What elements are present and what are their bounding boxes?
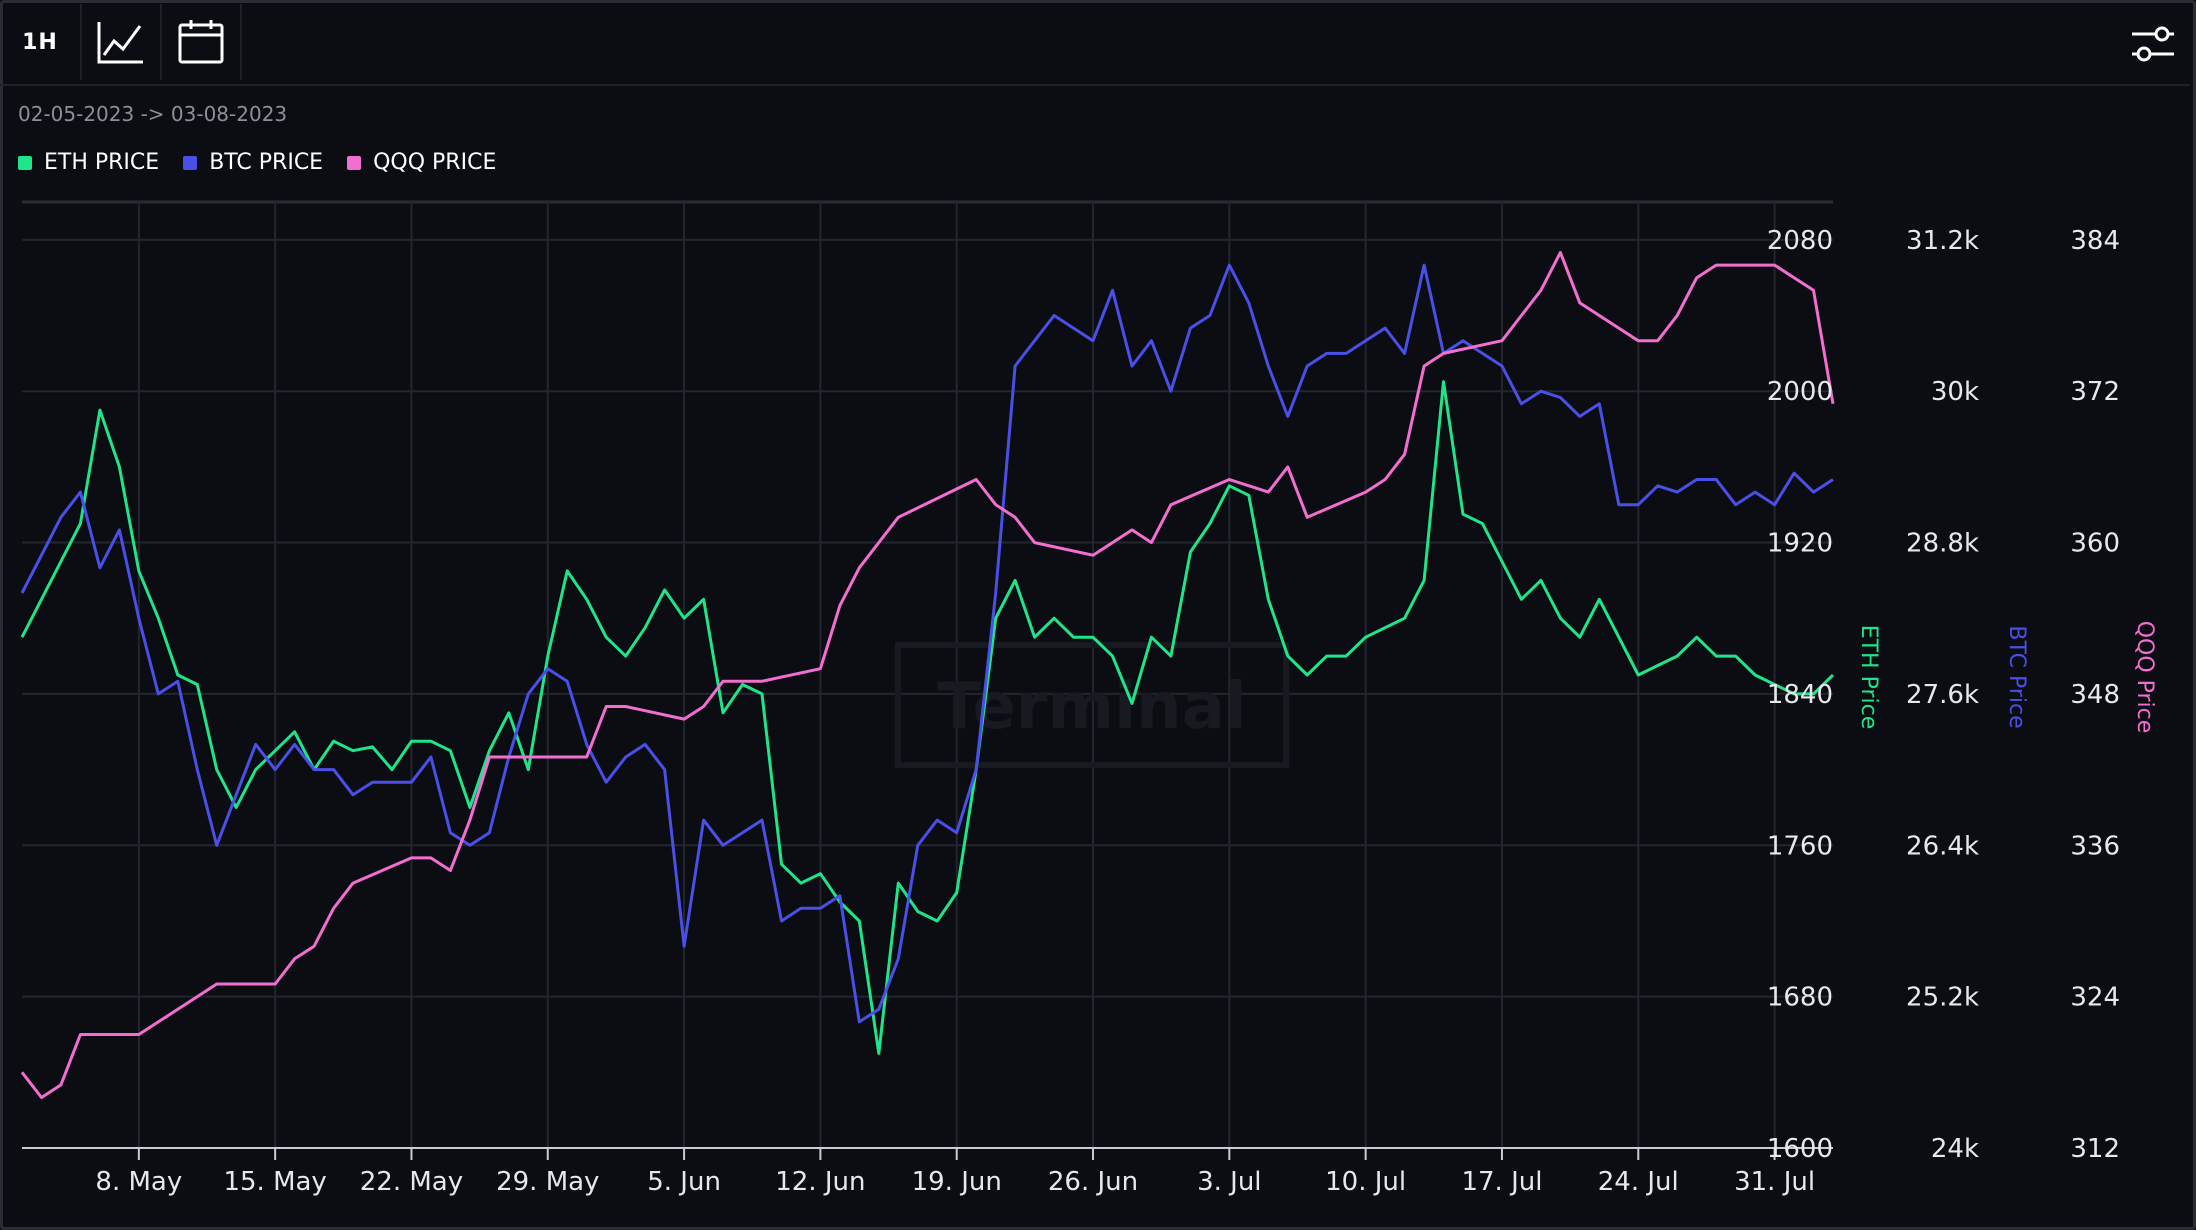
y-tick-label: 2000 xyxy=(1767,377,1833,407)
x-tick-label: 3. Jul xyxy=(1197,1167,1261,1197)
x-tick-label: 22. May xyxy=(360,1167,463,1197)
y-tick-label: 27.6k xyxy=(1906,680,1979,710)
y-axis-title: QQQ Price xyxy=(2132,621,2157,734)
y-axis-title: BTC Price xyxy=(2004,625,2029,728)
grid xyxy=(22,200,1833,1149)
y-tick-label: 372 xyxy=(2070,377,2120,407)
y-tick-label: 1600 xyxy=(1767,1134,1833,1164)
series-line-eth xyxy=(20,380,1835,1055)
y-tick-label: 28.8k xyxy=(1906,529,1979,559)
y-tick-label: 312 xyxy=(2070,1134,2120,1164)
y-tick-label: 324 xyxy=(2070,983,2120,1013)
x-tick-label: 12. Jun xyxy=(775,1167,865,1197)
price-chart[interactable]: Terminal 8. May 15. May 22. May 29. May 5. J… xyxy=(0,0,2196,1230)
x-tick-label: 8. May xyxy=(95,1167,182,1197)
x-tick-label: 19. Jun xyxy=(912,1167,1002,1197)
series-line-qqq xyxy=(20,251,1835,1099)
y-tick-label: 1920 xyxy=(1767,529,1833,559)
x-tick-label: 29. May xyxy=(496,1167,599,1197)
x-tick-label: 5. Jun xyxy=(647,1167,721,1197)
x-tick-label: 10. Jul xyxy=(1325,1167,1406,1197)
y-tick-label: 1840 xyxy=(1767,680,1833,710)
y-tick-label: 26.4k xyxy=(1906,831,1979,861)
x-tick-label: 26. Jun xyxy=(1048,1167,1138,1197)
y-tick-label: 31.2k xyxy=(1906,226,1979,256)
x-tick-label: 17. Jul xyxy=(1461,1167,1542,1197)
series-layer xyxy=(20,251,1835,1099)
y-tick-label: 348 xyxy=(2070,680,2120,710)
y-tick-label: 1760 xyxy=(1767,831,1833,861)
y-tick-label: 30k xyxy=(1931,377,1979,407)
x-tick-label: 24. Jul xyxy=(1598,1167,1679,1197)
y-tick-label: 1680 xyxy=(1767,983,1833,1013)
y-tick-label: 24k xyxy=(1931,1134,1979,1164)
x-tick-label: 31. Jul xyxy=(1734,1167,1815,1197)
y-tick-label: 384 xyxy=(2070,226,2120,256)
y-tick-label: 336 xyxy=(2070,831,2120,861)
y-tick-label: 25.2k xyxy=(1906,983,1979,1013)
y-tick-label: 360 xyxy=(2070,529,2120,559)
y-axis-title: ETH Price xyxy=(1856,625,1881,730)
y-tick-label: 2080 xyxy=(1767,226,1833,256)
x-tick-label: 15. May xyxy=(223,1167,326,1197)
